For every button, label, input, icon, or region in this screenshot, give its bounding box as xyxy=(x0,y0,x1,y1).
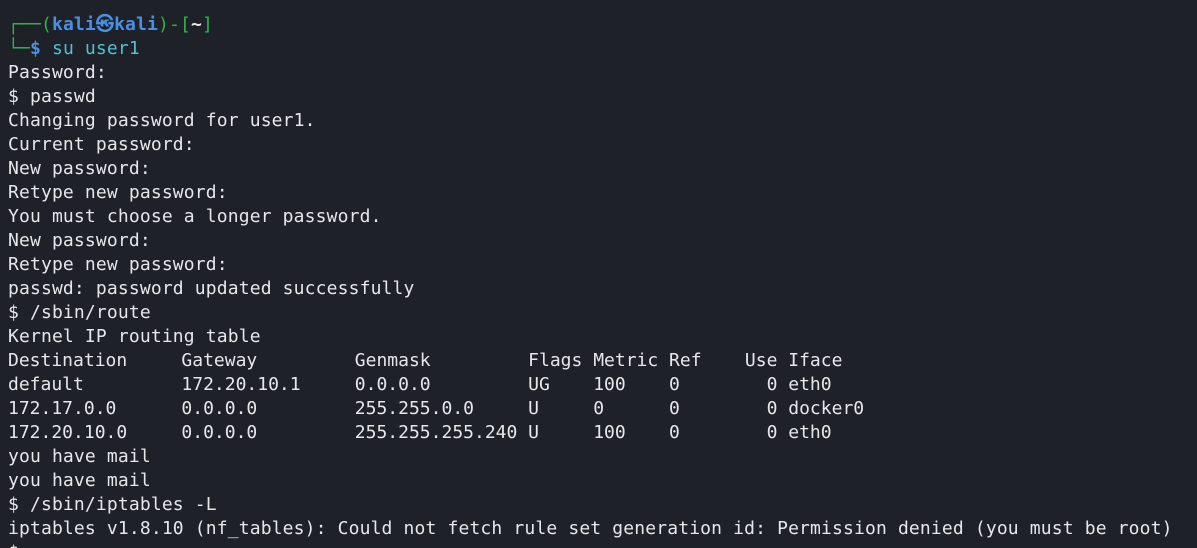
output-line: Current password: xyxy=(8,134,195,155)
routing-table-row: default 172.20.10.1 0.0.0.0 UG 100 0 0 e… xyxy=(8,374,832,395)
prompt-directory: ~ xyxy=(190,14,202,35)
output-line: $ /sbin/iptables -L xyxy=(8,494,217,515)
output-line: you have mail xyxy=(8,470,151,491)
prompt-corner-bottom: └─ xyxy=(8,38,30,59)
routing-table-row: 172.20.10.0 0.0.0.0 255.255.255.240 U 10… xyxy=(8,422,832,443)
output-line: Password: xyxy=(8,62,107,83)
prompt-dollar: $ xyxy=(29,38,52,59)
routing-table: Destination Gateway Genmask Flags Metric… xyxy=(8,349,1197,445)
prompt-line-top: ┌──(kali㉿kali)-[~] xyxy=(8,13,1197,37)
command-text: su user1 xyxy=(51,38,140,59)
routing-table-row: 172.17.0.0 0.0.0.0 255.255.0.0 U 0 0 0 d… xyxy=(8,398,865,419)
output-line: $ passwd xyxy=(8,86,96,107)
output-line: $ /sbin/route xyxy=(8,302,151,323)
kali-symbol-icon: ㉿ xyxy=(95,14,115,35)
output-line: Retype new password: xyxy=(8,254,228,275)
prompt-user: kali xyxy=(51,14,96,35)
output-line: Retype new password: xyxy=(8,182,228,203)
terminal-window[interactable]: ┌──(kali㉿kali)-[~] └─$ su user1 Password… xyxy=(0,0,1197,548)
prompt-bracket-end: ] xyxy=(201,14,213,35)
output-line: you have mail xyxy=(8,446,151,467)
prompt-host: kali xyxy=(114,14,159,35)
prompt-line-command: └─$ su user1 xyxy=(8,37,1197,61)
output-line: New password: xyxy=(8,158,151,179)
output-line: Changing password for user1. xyxy=(8,110,316,131)
error-line: iptables v1.8.10 (nf_tables): Could not … xyxy=(8,518,1173,539)
routing-table-header: Destination Gateway Genmask Flags Metric… xyxy=(8,350,843,371)
output-line: New password: xyxy=(8,230,151,251)
shell-prompt[interactable]: $ xyxy=(8,541,1197,548)
output-line: Kernel IP routing table xyxy=(8,326,261,347)
prompt-separator: )-[ xyxy=(158,14,191,35)
output-line: You must choose a longer password. xyxy=(8,206,382,227)
output-line: passwd: password updated successfully xyxy=(8,278,415,299)
prompt-corner-top: ┌──( xyxy=(8,14,52,35)
